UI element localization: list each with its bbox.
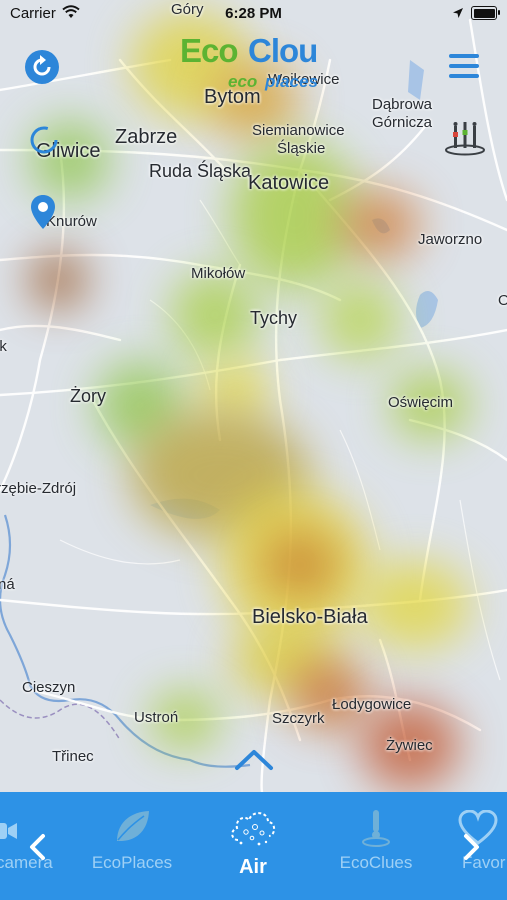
city-label: Żywiec <box>386 737 433 754</box>
tab-scroll-left-chevron-icon[interactable] <box>26 832 50 862</box>
status-bar: Carrier 6:28 PM <box>0 0 507 28</box>
refresh-button[interactable] <box>25 50 59 84</box>
tab-label: EcoPlaces <box>91 853 173 872</box>
city-label: Szczyrk <box>272 710 325 727</box>
city-label: ik <box>0 338 7 355</box>
heat-spot <box>360 560 470 650</box>
city-label: Siemianowice <box>252 122 345 139</box>
air-cloud-icon <box>231 812 276 846</box>
city-label: ná <box>0 576 15 593</box>
battery-icon <box>471 6 500 20</box>
tab-ecoplaces[interactable]: EcoPlaces <box>82 792 182 900</box>
city-label: Łodygowice <box>332 696 412 713</box>
city-label: Bielsko-Biała <box>252 606 368 628</box>
city-label: rzębie-Zdrój <box>0 480 77 497</box>
camera-icon <box>0 823 17 839</box>
tab-label: Air <box>239 856 267 878</box>
city-label: Tychy <box>250 308 298 328</box>
city-label: Oświęcim <box>388 394 454 411</box>
heat-spot <box>28 250 88 310</box>
leaf-icon <box>117 811 149 841</box>
city-label: Dąbrowa <box>372 96 433 113</box>
measurement-stations-button[interactable] <box>444 118 486 156</box>
tab-air[interactable]: Air <box>203 792 303 900</box>
tab-ecoclues[interactable]: EcoClues <box>326 792 426 900</box>
my-location-pin-button[interactable] <box>30 194 56 230</box>
city-label: Górnicza <box>372 114 433 131</box>
city-label: Ustroń <box>134 709 179 726</box>
logo-word-clou: Clou <box>248 32 318 69</box>
logo-sub-eco: eco <box>228 72 258 91</box>
expand-panel-chevron-up-icon[interactable] <box>233 746 275 774</box>
city-label: Żory <box>70 386 106 406</box>
heat-spot <box>340 190 420 260</box>
logo-sub-places: places <box>265 72 318 91</box>
city-label: Cieszyn <box>22 679 76 696</box>
sync-spinner-icon <box>30 126 58 154</box>
city-label: Mikołów <box>191 265 246 282</box>
heat-spot <box>260 530 340 600</box>
thermometer-icon <box>362 810 390 847</box>
bottom-tab-bar: camera EcoPlaces Air EcoClues Favor <box>0 792 507 900</box>
city-label: Śląskie <box>277 140 326 157</box>
city-label: Zabrze <box>115 126 178 148</box>
location-arrow-icon <box>453 8 463 18</box>
logo-word-eco: Eco <box>180 32 239 69</box>
tab-scroll-right-chevron-icon[interactable] <box>459 832 483 862</box>
air-quality-map[interactable]: Góry Wojkowice Bytom Dąbrowa Górnicza Gl… <box>0 0 507 792</box>
heat-spot <box>170 270 260 360</box>
app-logo: Eco Clou eco places <box>180 32 340 96</box>
city-label: Jaworzno <box>418 231 483 248</box>
city-label: Katowice <box>248 172 330 194</box>
heat-spot <box>320 280 400 360</box>
city-label: Třinec <box>52 748 94 765</box>
hamburger-menu-button[interactable] <box>449 54 479 78</box>
city-label: O <box>498 292 507 309</box>
city-label: Ruda Śląska <box>149 161 252 181</box>
tab-label: EcoClues <box>339 853 413 872</box>
clock-label: 6:28 PM <box>225 5 282 22</box>
